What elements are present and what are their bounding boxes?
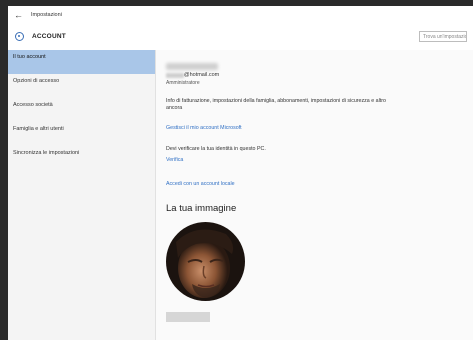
sidebar-item-family-users[interactable]: Famiglia e altri utenti bbox=[8, 122, 155, 146]
sidebar-item-sign-in-options[interactable]: Opzioni di accesso bbox=[8, 74, 155, 98]
sidebar-item-your-account[interactable]: Il tuo account bbox=[8, 50, 155, 74]
account-role: Amministratore bbox=[166, 80, 200, 86]
browse-button[interactable] bbox=[166, 312, 210, 322]
title-bar: ← Impostazioni bbox=[8, 6, 473, 24]
settings-window: ← Impostazioni ACCOUNT Trova un'impostaz… bbox=[8, 6, 473, 340]
account-email: @hotmail.com bbox=[184, 71, 220, 78]
sidebar: Il tuo account Opzioni di accesso Access… bbox=[8, 50, 155, 340]
window-title: Impostazioni bbox=[31, 12, 62, 18]
account-name-redacted bbox=[166, 63, 218, 70]
verify-link[interactable]: Verifica bbox=[166, 157, 183, 163]
email-redacted bbox=[166, 73, 184, 78]
sidebar-item-sync-settings[interactable]: Sincronizza le impostazioni bbox=[8, 146, 155, 170]
local-account-link[interactable]: Accedi con un account locale bbox=[166, 181, 235, 187]
account-info-text: Info di fatturazione, impostazioni della… bbox=[166, 98, 386, 111]
page-header: ACCOUNT Trova un'impostazione bbox=[8, 24, 473, 50]
search-input[interactable]: Trova un'impostazione bbox=[419, 31, 467, 42]
manage-account-link[interactable]: Gestisci il mio account Microsoft bbox=[166, 125, 242, 131]
page-title: ACCOUNT bbox=[32, 33, 66, 40]
avatar-image bbox=[166, 222, 245, 301]
gear-icon bbox=[15, 32, 24, 41]
main-content: @hotmail.com Amministratore Info di fatt… bbox=[156, 50, 473, 340]
back-arrow-icon[interactable]: ← bbox=[14, 10, 23, 20]
avatar bbox=[166, 222, 245, 301]
verify-identity-text: Devi verificare la tua identità in quest… bbox=[166, 146, 266, 152]
picture-title: La tua immagine bbox=[166, 203, 237, 214]
sidebar-item-work-access[interactable]: Accesso società bbox=[8, 98, 155, 122]
